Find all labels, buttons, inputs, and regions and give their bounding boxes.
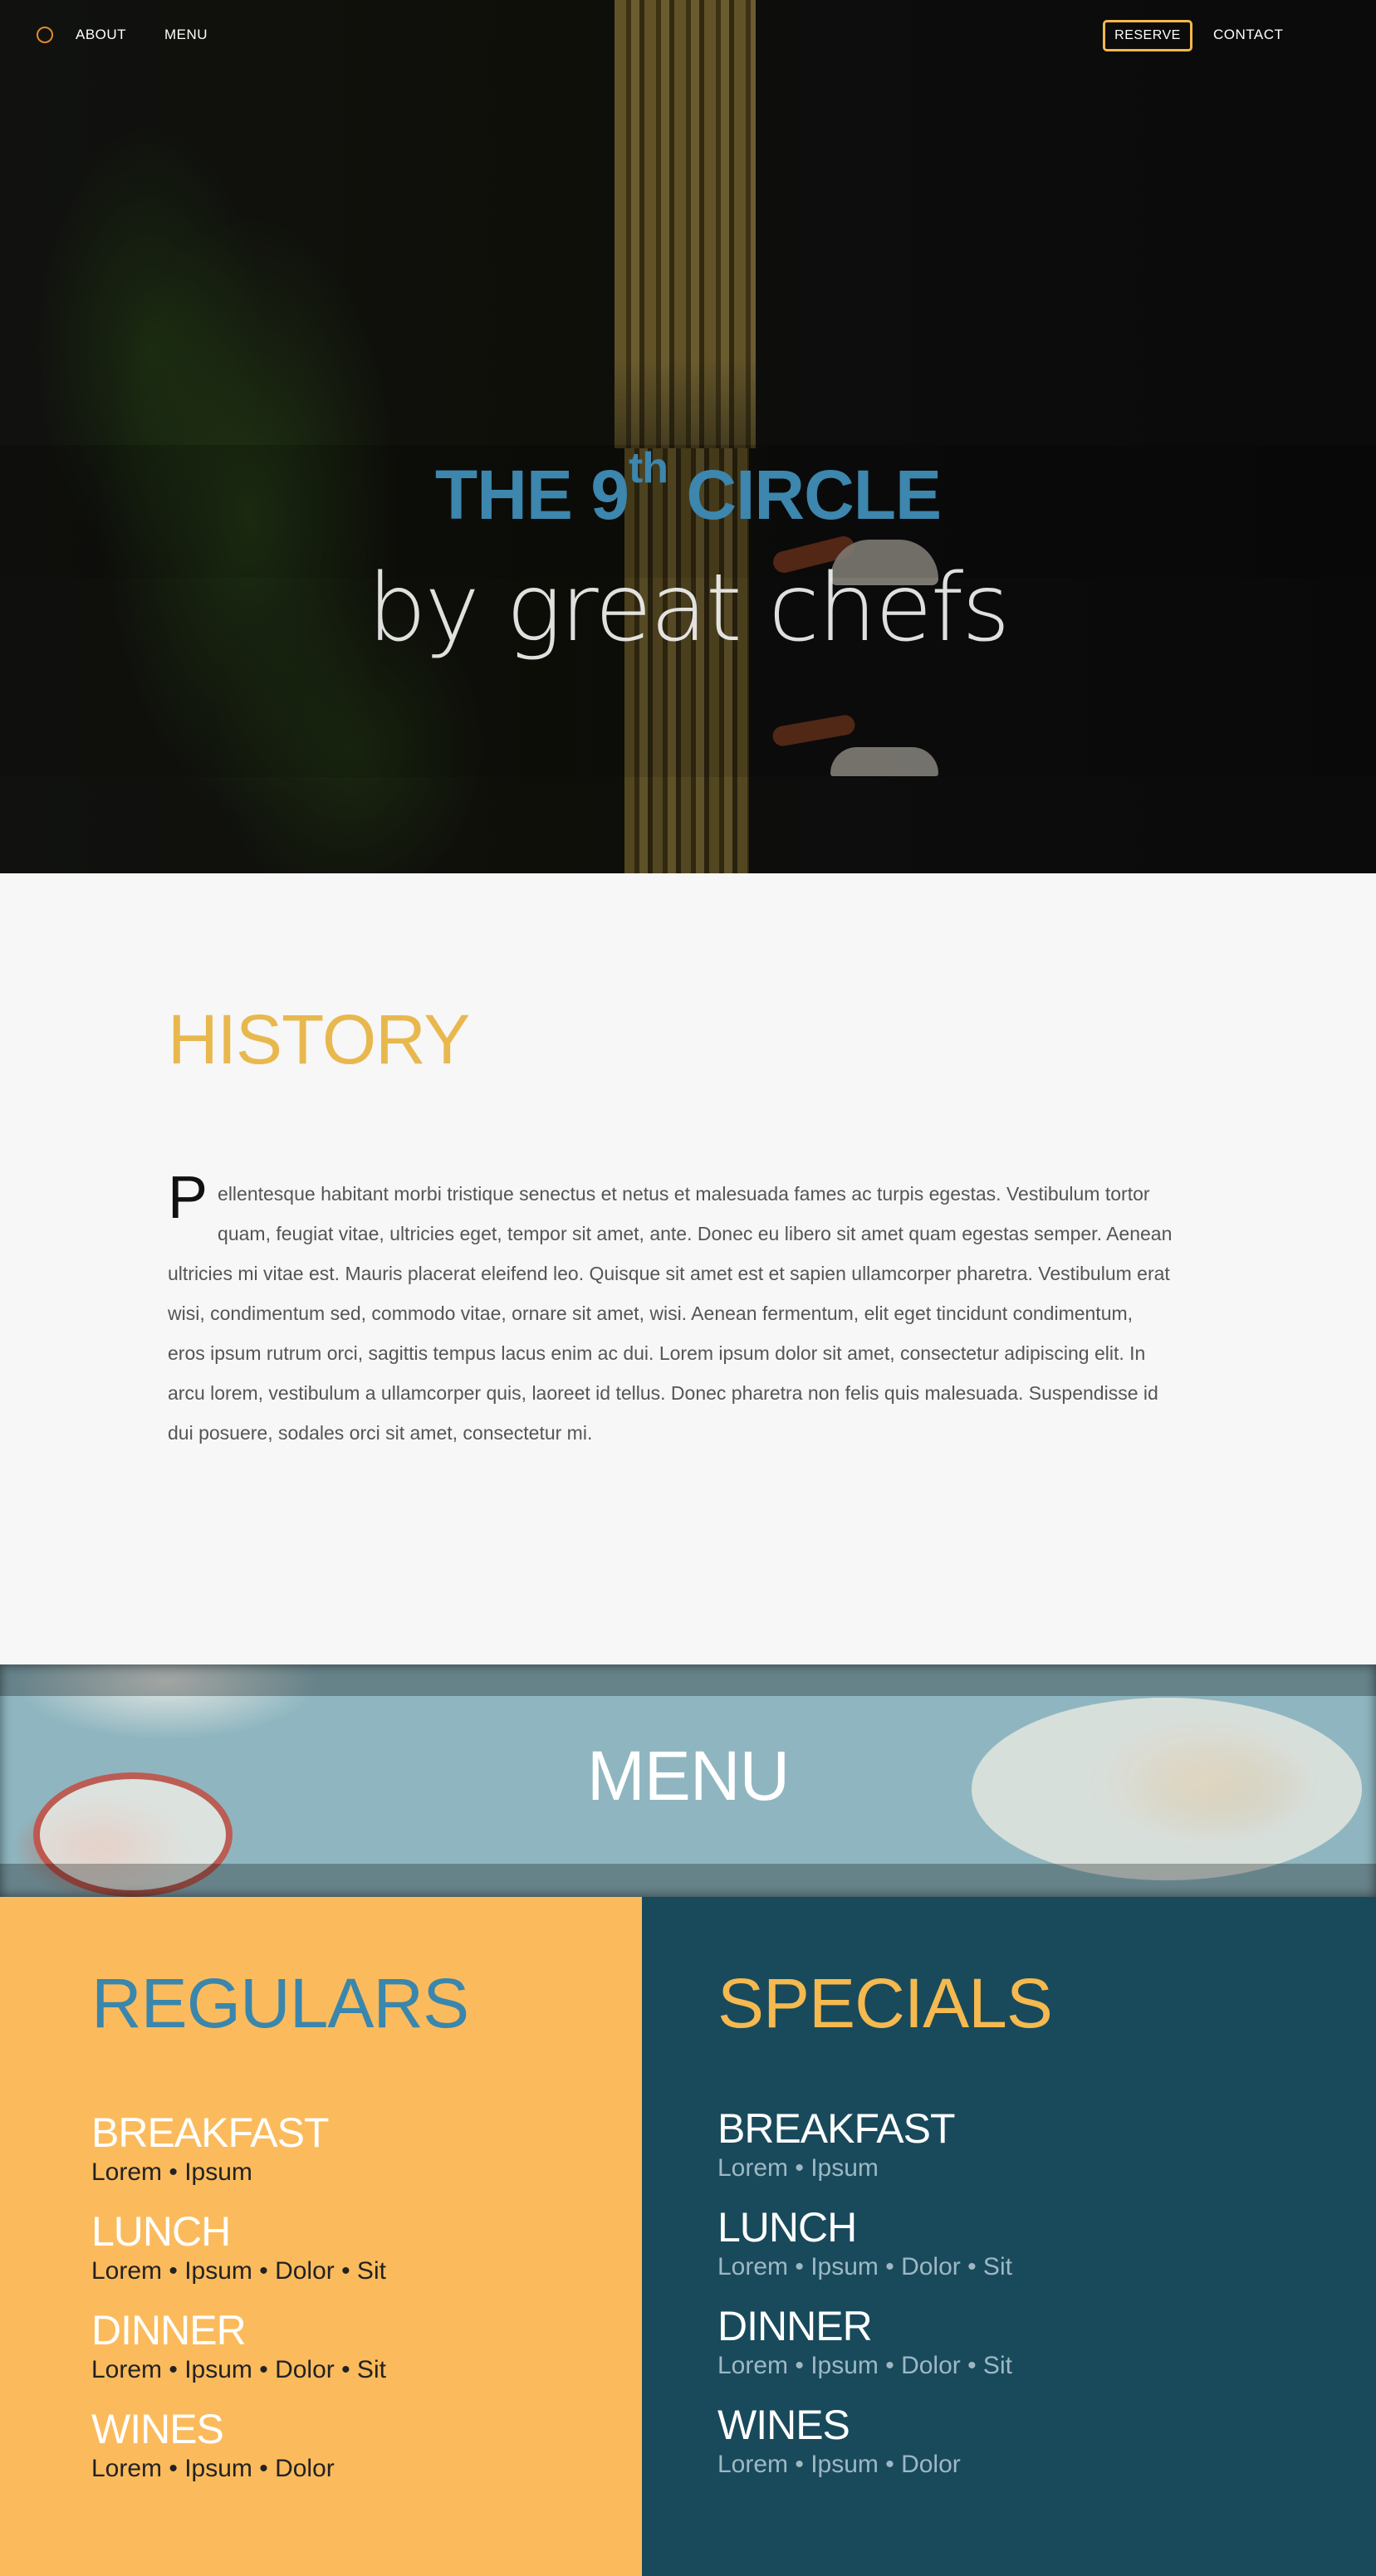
menu-heading: MENU [586,1737,790,1815]
hero-title-word: CIRCLE [668,456,942,534]
hero-title-superscript: th [628,444,668,492]
menu-item-description: Lorem • Ipsum • Dolor [91,2455,335,2482]
regulars-heading: REGULARS [91,1964,469,2042]
menu-item[interactable]: WINES Lorem • Ipsum • Dolor [717,2402,1012,2500]
history-body: ellentesque habitant morbi tristique sen… [168,1183,1173,1444]
reserve-button[interactable]: RESERVE [1103,20,1192,51]
menu-item-name: LUNCH [717,2204,857,2251]
menu-item-description: Lorem • Ipsum [717,2154,879,2182]
menu-item-description: Lorem • Ipsum • Dolor • Sit [717,2253,1012,2280]
hero-shade [0,0,1376,873]
menu-banner: MENU [0,1664,1376,1897]
menu-item[interactable]: WINES Lorem • Ipsum • Dolor [91,2406,386,2505]
nav-menu-link[interactable]: MENU [164,27,208,43]
menu-item-description: Lorem • Ipsum • Dolor • Sit [717,2352,1012,2379]
hero-title: THE 9th CIRCLE [0,444,1376,535]
history-heading: HISTORY [168,1000,470,1078]
top-nav: ABOUT MENU RESERVE CONTACT [0,0,1376,71]
menu-item-name: BREAKFAST [717,2105,956,2152]
menu-item-name: BREAKFAST [91,2109,330,2156]
hero-subtitle: by great chefs [367,555,1010,662]
menu-item[interactable]: LUNCH Lorem • Ipsum • Dolor • Sit [717,2204,1012,2303]
menu-item-name: LUNCH [91,2208,231,2255]
nav-about-link[interactable]: ABOUT [76,27,126,43]
history-dropcap: P [168,1165,208,1231]
menu-item-name: WINES [91,2406,224,2452]
specials-list: BREAKFAST Lorem • Ipsum LUNCH Lorem • Ip… [717,2105,1012,2500]
hero-section: ABOUT MENU RESERVE CONTACT THE 9th CIRCL… [0,0,1376,873]
regulars-column: REGULARS BREAKFAST Lorem • Ipsum LUNCH L… [0,1897,642,2576]
logo-circle-icon[interactable] [37,27,53,43]
history-section: HISTORY P ellentesque habitant morbi tri… [0,873,1376,1664]
menu-item-name: DINNER [91,2307,247,2354]
nav-contact-link[interactable]: CONTACT [1213,27,1283,43]
menu-item[interactable]: DINNER Lorem • Ipsum • Dolor • Sit [91,2307,386,2406]
regulars-list: BREAKFAST Lorem • Ipsum LUNCH Lorem • Ip… [91,2109,386,2505]
specials-heading: SPECIALS [717,1964,1053,2042]
menu-item[interactable]: LUNCH Lorem • Ipsum • Dolor • Sit [91,2208,386,2307]
menu-item-name: DINNER [717,2303,873,2349]
menu-item-description: Lorem • Ipsum [91,2158,252,2186]
menu-item-description: Lorem • Ipsum • Dolor • Sit [91,2257,386,2285]
specials-column: SPECIALS BREAKFAST Lorem • Ipsum LUNCH L… [642,1897,1376,2576]
menu-item-description: Lorem • Ipsum • Dolor [717,2451,961,2478]
menu-item-name: WINES [717,2402,850,2448]
menu-item[interactable]: BREAKFAST Lorem • Ipsum [91,2109,386,2208]
menu-item[interactable]: BREAKFAST Lorem • Ipsum [717,2105,1012,2204]
hero-title-number: THE 9 [434,456,629,534]
menu-item-description: Lorem • Ipsum • Dolor • Sit [91,2356,386,2383]
history-text: P ellentesque habitant morbi tristique s… [168,1165,1174,1453]
menu-item[interactable]: DINNER Lorem • Ipsum • Dolor • Sit [717,2303,1012,2402]
